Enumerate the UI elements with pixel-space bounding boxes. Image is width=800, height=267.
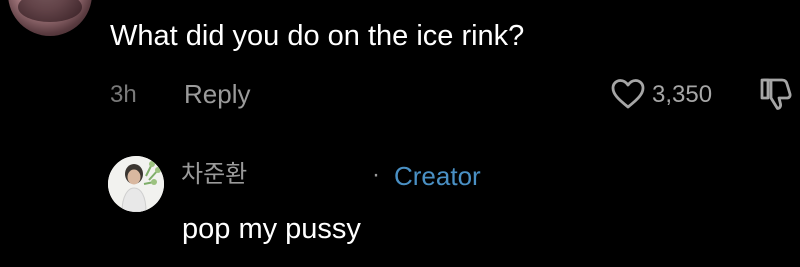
like-count: 3,350 [652,81,713,108]
reply-text: pop my pussy [182,213,361,245]
creator-avatar-image [108,156,164,212]
comment-timestamp: 3h [110,81,137,108]
avatar-image-detail [18,0,82,22]
creator-badge: Creator [394,161,481,191]
comment-text: What did you do on the ice rink? [110,20,525,52]
creator-avatar[interactable] [108,156,164,212]
thumbs-down-icon[interactable] [758,76,794,112]
reply-author-name[interactable]: 차준환 [181,160,247,190]
commenter-avatar[interactable] [8,0,92,36]
separator-dot: · [372,161,380,188]
reply-button[interactable]: Reply [184,79,250,109]
heart-icon[interactable] [610,78,646,110]
